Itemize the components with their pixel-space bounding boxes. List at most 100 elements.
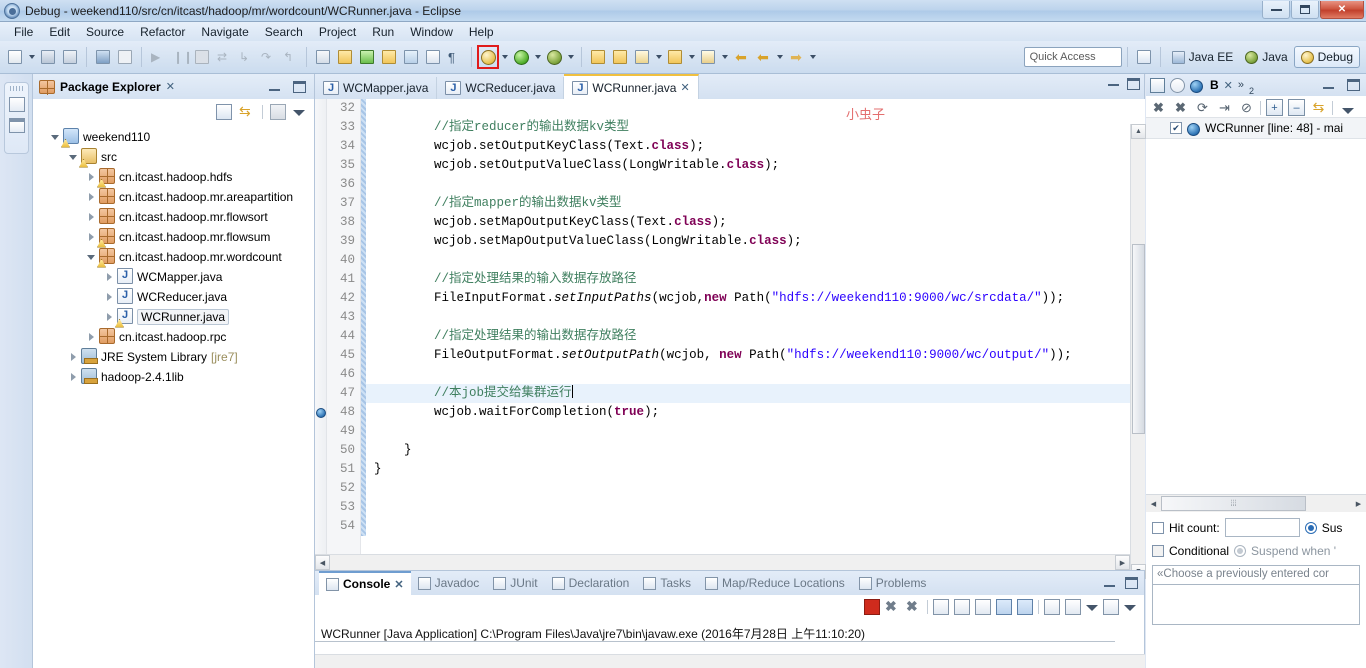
expand-twisty-icon[interactable] [85,191,97,203]
external-tools-icon[interactable] [610,46,630,68]
code-line[interactable]: FileInputFormat.setInputPaths(wcjob,new … [366,289,1145,308]
tree-item[interactable]: cn.itcast.hadoop.mr.wordcount [33,247,314,268]
run-icon[interactable] [511,46,531,68]
run-as-dropdown-icon[interactable] [565,46,576,68]
lock-scroll-icon[interactable] [954,599,970,615]
menu-item-search[interactable]: Search [257,23,311,41]
console-tab[interactable]: JUnit [486,571,544,595]
history-dropdown-icon[interactable] [774,46,785,68]
hit-count-input[interactable] [1224,518,1300,537]
code-line[interactable]: wcjob.setOutputValueClass(LongWritable.c… [366,156,1145,175]
quick-access-input[interactable]: Quick Access [1023,47,1122,67]
code-line[interactable] [366,422,1145,441]
editor-tab[interactable]: WCRunner.java✕ [564,74,699,99]
variables-view-icon[interactable] [1170,77,1185,93]
debug-launch-dropdown-icon[interactable] [499,46,510,68]
download-dropdown-icon[interactable] [686,46,697,68]
terminal-icon[interactable] [93,46,113,68]
forward-icon[interactable]: ➡ [786,46,806,68]
outline-icon[interactable] [423,46,443,68]
tree-item[interactable]: WCRunner.java [33,307,314,328]
pin-console-icon[interactable] [1044,599,1060,615]
expand-twisty-icon[interactable] [85,171,97,183]
open-console-icon[interactable] [1103,599,1119,615]
remove-breakpoint-icon[interactable]: ✖ [1150,99,1167,116]
new-class-dropdown-icon[interactable] [653,46,664,68]
expand-all-icon[interactable]: + [1266,99,1283,116]
scroll-left-icon[interactable]: ◀ [315,555,330,570]
scrollbar-thumb[interactable] [1132,244,1145,434]
restore-view-icon[interactable] [8,97,25,112]
code-line[interactable]: //指定处理结果的输出数据存放路径 [366,327,1145,346]
link-with-editor-icon[interactable]: ⇆ [239,104,255,120]
toggle-mark-occurrences-icon[interactable] [379,46,399,68]
marker-bar[interactable] [315,99,327,570]
code-line[interactable]: } [366,460,1145,479]
resume-icon[interactable]: ▶ [148,46,168,68]
conditional-checkbox[interactable] [1152,545,1164,557]
minimize-editor-icon[interactable] [1108,78,1119,86]
tree-item[interactable]: cn.itcast.hadoop.mr.flowsum [33,227,314,248]
code-line[interactable] [366,517,1145,536]
collapse-twisty-icon[interactable] [85,251,97,263]
breakpoint-marker-icon[interactable] [316,408,326,418]
menu-item-refactor[interactable]: Refactor [132,23,193,41]
expand-twisty-icon[interactable] [67,371,79,383]
menu-item-navigate[interactable]: Navigate [193,23,256,41]
breakpoint-enabled-checkbox[interactable]: ✔ [1170,122,1182,134]
perspective-java-ee[interactable]: Java EE [1166,46,1240,68]
step-over-icon[interactable]: ↷ [258,46,278,68]
console-chevron-down-icon[interactable] [1086,601,1098,613]
terminate-console-icon[interactable] [864,599,880,615]
remove-all-launches-icon[interactable]: ✖ [906,599,922,615]
upload-icon[interactable] [698,46,718,68]
menu-item-help[interactable]: Help [461,23,502,41]
overflow-chevron-icon[interactable]: » [1238,79,1244,91]
tree-item[interactable]: src [33,147,314,168]
show-console-on-output-icon[interactable] [996,599,1012,615]
hit-count-checkbox[interactable] [1152,521,1164,534]
maximize-breakpoints-icon[interactable] [1347,79,1360,91]
collapse-all-icon[interactable]: – [1288,99,1305,116]
menu-item-window[interactable]: Window [402,23,461,41]
minimize-button[interactable] [1262,1,1290,19]
maximize-editor-icon[interactable] [1127,78,1140,90]
condition-editor[interactable] [1152,585,1360,625]
perspective-debug[interactable]: Debug [1293,46,1360,68]
code-line[interactable]: wcjob.setMapOutputValueClass(LongWritabl… [366,232,1145,251]
project-tree[interactable]: weekend110 src cn.itcast.hadoop.hdfs cn.itc… [33,125,314,387]
step-return-icon[interactable]: ↰ [280,46,300,68]
condition-combo[interactable]: «Choose a previously entered cor [1152,565,1360,585]
close-icon[interactable]: ✕ [680,81,689,94]
tree-item[interactable]: hadoop-2.4.1lib [33,367,314,387]
console-tab[interactable]: Problems [852,571,934,595]
search-icon[interactable] [335,46,355,68]
editor-horizontal-scrollbar[interactable]: ◀ ▶ [315,554,1130,570]
rail-drag-handle[interactable] [10,86,23,91]
code-line[interactable]: wcjob.waitForCompletion(true); [366,403,1145,422]
run-as-icon[interactable] [544,46,564,68]
debug-view-icon[interactable] [1150,77,1165,93]
code-line[interactable]: //本job提交给集群运行 [366,384,1145,403]
code-text[interactable]: //指定reducer的输出数据kv类型 wcjob.setOutputKeyC… [366,99,1145,570]
close-icon[interactable]: ✕ [166,80,175,93]
tree-item[interactable]: cn.itcast.hadoop.mr.flowsort [33,207,314,227]
skip-breakpoints-icon[interactable] [115,46,135,68]
tree-item[interactable]: WCMapper.java [33,267,314,287]
step-into-icon[interactable]: ↳ [236,46,256,68]
close-button[interactable]: ✕ [1320,1,1364,19]
editor-tab[interactable]: WCReducer.java [437,77,565,99]
back-icon[interactable]: ⬅ [731,46,751,68]
console-tab[interactable]: Map/Reduce Locations [698,571,852,595]
suspend-when-true-radio[interactable] [1234,545,1247,557]
console-tab[interactable]: Javadoc [411,571,487,595]
menu-item-project[interactable]: Project [311,23,364,41]
editor-vertical-scrollbar[interactable]: ▲ ▼ [1130,124,1146,579]
display-selected-console-icon[interactable] [1065,599,1081,615]
last-edit-location-icon[interactable] [401,46,421,68]
terminate-icon[interactable] [192,46,212,68]
scroll-right-icon[interactable]: ▶ [1115,555,1130,570]
new-wizard-dropdown-icon[interactable] [26,46,37,68]
menu-item-edit[interactable]: Edit [41,23,78,41]
code-line[interactable]: } [366,441,1145,460]
